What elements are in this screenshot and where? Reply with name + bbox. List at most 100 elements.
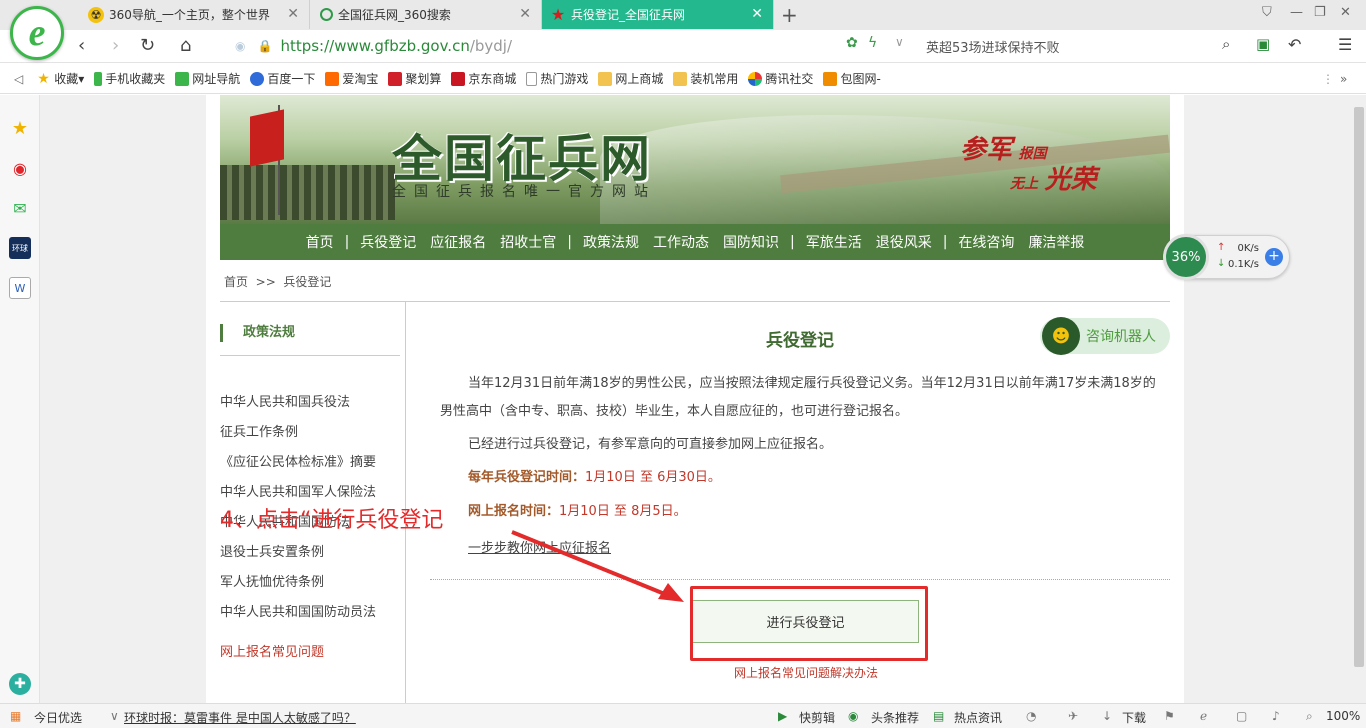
url-text[interactable]: https://www.gfbzb.gov.cn/bydj/	[280, 37, 512, 55]
law-link-insurance[interactable]: 中华人民共和国军人保险法	[220, 481, 376, 500]
speedup-icon[interactable]: ◔	[1026, 709, 1036, 723]
consult-robot-button[interactable]: ☻ 咨询机器人	[1040, 317, 1170, 355]
downloads[interactable]: 下载	[1122, 709, 1146, 726]
nav-gzdt[interactable]: 工作动态	[653, 232, 709, 252]
close-icon[interactable]: ✕	[519, 6, 531, 22]
law-link-veteran-placement[interactable]: 退役士兵安置条例	[220, 541, 324, 560]
breadcrumb-home[interactable]: 首页	[224, 275, 248, 289]
refresh-icon[interactable]: ↻	[140, 35, 155, 56]
lightning-icon[interactable]: ϟ	[868, 35, 877, 51]
law-link-conscription-regulations[interactable]: 征兵工作条例	[220, 421, 298, 440]
network-speed-widget[interactable]: 36% ↑ 0K/s ↓ 0.1K/s +	[1163, 234, 1290, 280]
bookmark-hao[interactable]: 网址导航	[175, 70, 240, 87]
menu-icon[interactable]: ☰	[1338, 35, 1352, 54]
bookmark-shop[interactable]: 网上商城	[598, 70, 663, 87]
bookmark-tencent[interactable]: 腾讯社交	[748, 70, 813, 87]
bookmark-jd[interactable]: 京东商城	[451, 70, 516, 87]
dotted-divider	[430, 579, 1170, 580]
search-input[interactable]: 英超53场进球保持不败	[916, 33, 1246, 59]
window-icon[interactable]: ▢	[1236, 709, 1247, 723]
law-link-military-service[interactable]: 中华人民共和国兵役法	[220, 391, 350, 410]
scrollbar[interactable]	[1352, 95, 1366, 703]
favorites-star-icon[interactable]: ★	[9, 117, 31, 139]
back-icon[interactable]: ‹	[78, 35, 85, 56]
nav-ljjb[interactable]: 廉洁举报	[1028, 232, 1084, 252]
more-icon[interactable]: ⋮	[1322, 72, 1334, 86]
close-window-icon[interactable]: ✕	[1340, 5, 1351, 20]
tab-360-nav[interactable]: ☢ 360导航_一个主页，整个世界 ✕	[80, 0, 310, 29]
page-content: 全国征兵网 全国征兵报名唯一官方网站 参军 报国 无上 光荣 首页 | 兵役登记…	[206, 95, 1184, 703]
bookmark-install[interactable]: 装机常用	[673, 70, 738, 87]
minimize-icon[interactable]: —	[1290, 5, 1303, 20]
chevron-down-icon[interactable]: ∨	[895, 35, 904, 49]
restore-icon[interactable]: ❐	[1314, 5, 1326, 20]
360-browser-logo[interactable]: e	[10, 6, 64, 60]
nav-gfzs[interactable]: 国防知识	[723, 232, 779, 252]
nav-home[interactable]: 首页	[306, 232, 334, 252]
bookmark-favorites[interactable]: ★ 收藏 ▾	[37, 70, 84, 87]
nav-tyfc[interactable]: 退役风采	[876, 232, 932, 252]
forward-icon[interactable]: ›	[112, 35, 119, 56]
sidebar-toggle-icon[interactable]: ◁	[14, 72, 23, 86]
nav-bydj[interactable]: 兵役登记	[360, 232, 416, 252]
tab-360-search[interactable]: 全国征兵网_360搜索 ✕	[312, 0, 542, 29]
nav-zsssg[interactable]: 招收士官	[500, 232, 556, 252]
red-star-icon: ★	[550, 5, 566, 24]
close-icon[interactable]: ✕	[287, 6, 299, 22]
zoom-level[interactable]: 100%	[1326, 709, 1360, 723]
sound-icon[interactable]: ♪	[1272, 709, 1280, 723]
skin-icon[interactable]: ⛉	[1262, 5, 1272, 20]
bookmark-games[interactable]: 热门游戏	[526, 70, 588, 87]
hot-news[interactable]: 热点资讯	[954, 709, 1002, 726]
flag-icon[interactable]: ⚑	[1164, 709, 1175, 723]
plane-icon[interactable]: ✈	[1068, 709, 1078, 723]
bookmark-mobile[interactable]: 手机收藏夹	[94, 70, 165, 87]
news-ticker[interactable]: 环球时报：莫雷事件 是中国人太敏感了吗？	[124, 709, 356, 726]
360-search-icon	[320, 8, 333, 21]
accelerator-icon[interactable]: ✿	[846, 35, 858, 51]
headline-recommend[interactable]: 头条推荐	[871, 709, 919, 726]
undo-icon[interactable]: ↶	[1288, 35, 1301, 54]
ie-icon[interactable]: ℯ	[1200, 709, 1207, 723]
law-link-pension[interactable]: 军人抚恤优待条例	[220, 571, 324, 590]
tab-label: 兵役登记_全国征兵网	[571, 8, 686, 22]
nav-zxzx[interactable]: 在线咨询	[958, 232, 1014, 252]
download-speed: 0.1K/s	[1227, 259, 1259, 270]
new-tab-button[interactable]: +	[781, 3, 798, 27]
law-link-physical-standard[interactable]: 《应征公民体检标准》摘要	[220, 451, 376, 470]
double-chevron-icon[interactable]: »	[1340, 72, 1347, 86]
nav-separator: |	[567, 234, 572, 250]
quick-edit[interactable]: 快剪辑	[799, 709, 835, 726]
today-picks[interactable]: 今日优选	[34, 709, 82, 726]
360-nav-icon: ☢	[88, 6, 104, 23]
steps-guide-link[interactable]: 一步步教你网上应征报名	[468, 537, 611, 556]
close-icon[interactable]: ✕	[751, 6, 763, 22]
add-sidebar-icon[interactable]: ✚	[9, 673, 31, 695]
word-icon[interactable]: W	[9, 277, 31, 299]
nav-jlsh[interactable]: 军旅生活	[806, 232, 862, 252]
register-military-service-button[interactable]: 进行兵役登记	[692, 600, 919, 643]
weibo-icon[interactable]: ◉	[9, 157, 31, 179]
mail-icon[interactable]: ✉	[9, 197, 31, 219]
bookmarks-bar: ◁ ★ 收藏 ▾ 手机收藏夹 网址导航 百度一下 爱淘宝 聚划算 京东商城 热门游…	[0, 64, 1366, 94]
bookmark-taobao[interactable]: 爱淘宝	[325, 70, 378, 87]
nav-yzbm[interactable]: 应征报名	[430, 232, 486, 252]
address-bar[interactable]: ◉ 🔒 https://www.gfbzb.gov.cn/bydj/	[230, 33, 910, 59]
play-circle-icon: ◉	[848, 709, 859, 723]
bookmark-juhuasuan[interactable]: 聚划算	[388, 70, 441, 87]
clipboard-icon[interactable]: ▣	[1256, 35, 1270, 53]
law-link-mobilization[interactable]: 中华人民共和国国防动员法	[220, 601, 376, 620]
star-icon: ★	[37, 70, 50, 87]
tab-bar: ☢ 360导航_一个主页，整个世界 ✕ 全国征兵网_360搜索 ✕ ★ 兵役登记…	[0, 0, 1366, 30]
huanqiu-icon[interactable]: 环球	[9, 237, 31, 259]
nav-zcfg[interactable]: 政策法规	[583, 232, 639, 252]
plus-icon[interactable]: +	[1265, 248, 1283, 266]
tab-bydj[interactable]: ★ 兵役登记_全国征兵网 ✕	[542, 0, 774, 29]
scrollbar-thumb[interactable]	[1354, 107, 1364, 667]
faq-solutions-link[interactable]: 网上报名常见问题解决办法	[734, 664, 878, 681]
bookmark-baidu[interactable]: 百度一下	[250, 70, 315, 87]
bookmark-baotu[interactable]: 包图网-	[823, 70, 881, 87]
faq-link[interactable]: 网上报名常见问题	[220, 641, 324, 660]
search-icon[interactable]: ⌕	[1222, 35, 1230, 53]
home-icon[interactable]: ⌂	[180, 35, 191, 56]
